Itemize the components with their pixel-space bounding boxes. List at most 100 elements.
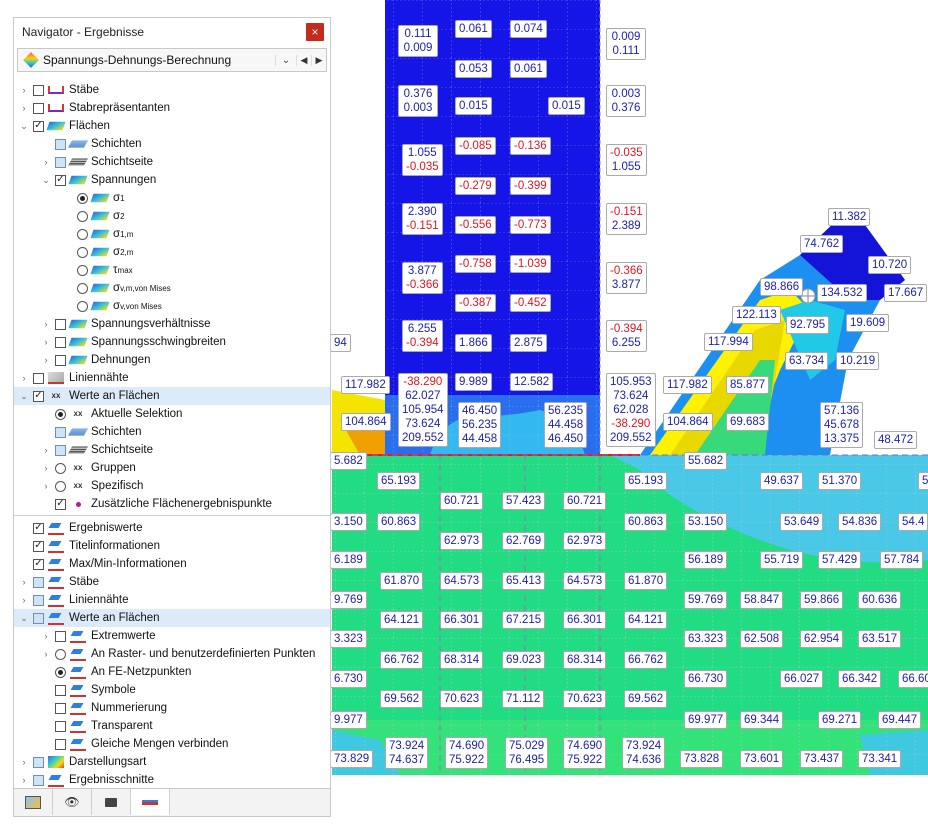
radio[interactable] bbox=[77, 192, 88, 204]
tree-item-liniennaehte-2[interactable]: › Liniennähte bbox=[14, 591, 330, 609]
checkbox[interactable] bbox=[33, 84, 44, 96]
radio[interactable] bbox=[77, 282, 88, 294]
chevron-down-icon[interactable]: ⌄ bbox=[275, 54, 296, 66]
close-button[interactable]: × bbox=[306, 23, 324, 41]
tree-item-transparent[interactable]: Transparent bbox=[14, 717, 330, 735]
tree-item-schichten-2[interactable]: Schichten bbox=[14, 423, 330, 441]
checkbox[interactable]: ✓ bbox=[33, 540, 44, 552]
checkbox[interactable] bbox=[55, 738, 66, 750]
results-type-dropdown[interactable]: Spannungs-Dehnungs-Berechnung ⌄ ◀ ▶ bbox=[17, 48, 327, 72]
tree-item-gleiche-mengen[interactable]: Gleiche Mengen verbinden bbox=[14, 735, 330, 753]
chevron-right-icon[interactable]: › bbox=[18, 757, 30, 767]
chevron-right-icon[interactable]: › bbox=[18, 103, 30, 113]
radio[interactable] bbox=[55, 648, 66, 660]
checkbox[interactable]: ✓ bbox=[55, 174, 66, 186]
chevron-right-icon[interactable]: › bbox=[40, 355, 52, 365]
chevron-right-icon[interactable]: › bbox=[18, 373, 30, 383]
tree-item-darstellungsart[interactable]: › Darstellungsart bbox=[14, 753, 330, 771]
chevron-right-icon[interactable]: › bbox=[40, 481, 52, 491]
chevron-down-icon[interactable]: ⌄ bbox=[18, 391, 30, 402]
tree-item-schichtseite-2[interactable]: › Schichtseite bbox=[14, 441, 330, 459]
radio-gruppen[interactable]: › xx Gruppen bbox=[14, 459, 330, 477]
radio-sigma-v-mises[interactable]: σ v,von Mises bbox=[14, 297, 330, 315]
tree-item-werte-an-flaechen-2[interactable]: ⌄ Werte an Flächen bbox=[14, 609, 330, 627]
radio-sigma-2[interactable]: σ2 bbox=[14, 207, 330, 225]
tree-item-spannungsschwingbreiten[interactable]: › Spannungsschwingbreiten bbox=[14, 333, 330, 351]
tab-data[interactable] bbox=[14, 789, 53, 815]
checkbox[interactable]: ✓ bbox=[33, 120, 44, 132]
checkbox[interactable] bbox=[55, 336, 66, 348]
tree-item-symbole[interactable]: Symbole bbox=[14, 681, 330, 699]
radio[interactable] bbox=[55, 666, 66, 678]
radio-fe-netzpunkte[interactable]: An FE-Netzpunkten bbox=[14, 663, 330, 681]
tab-results[interactable] bbox=[131, 789, 170, 815]
tree-item-schichtseite[interactable]: › Schichtseite bbox=[14, 153, 330, 171]
tab-camera[interactable] bbox=[92, 789, 131, 815]
chevron-right-icon[interactable]: › bbox=[40, 649, 52, 659]
tree-item-staebe[interactable]: › Stäbe bbox=[14, 81, 330, 99]
radio[interactable] bbox=[77, 228, 88, 240]
tree-item-titelinformationen[interactable]: ✓ Titelinformationen bbox=[14, 537, 330, 555]
radio-sigma-1m[interactable]: σ 1,m bbox=[14, 225, 330, 243]
radio-aktuelle-selektion[interactable]: xx Aktuelle Selektion bbox=[14, 405, 330, 423]
radio-sigma-2m[interactable]: σ 2,m bbox=[14, 243, 330, 261]
chevron-right-icon[interactable]: › bbox=[40, 445, 52, 455]
checkbox[interactable] bbox=[55, 318, 66, 330]
tab-view[interactable]: 👁 bbox=[53, 789, 92, 815]
chevron-down-icon[interactable]: ⌄ bbox=[40, 175, 52, 186]
radio[interactable] bbox=[77, 264, 88, 276]
tree-item-stabrepraesentanten[interactable]: › Stabrepräsentanten bbox=[14, 99, 330, 117]
checkbox[interactable] bbox=[33, 612, 44, 624]
chevron-right-icon[interactable]: › bbox=[40, 157, 52, 167]
tree-item-spannungsverhaeltnisse[interactable]: › Spannungsverhältnisse bbox=[14, 315, 330, 333]
tree-item-liniennaehte[interactable]: › Liniennähte bbox=[14, 369, 330, 387]
checkbox[interactable] bbox=[55, 156, 66, 168]
radio[interactable] bbox=[55, 408, 66, 420]
radio-tau-max[interactable]: τ max bbox=[14, 261, 330, 279]
tree-item-ergebnisschnitte[interactable]: › Ergebnisschnitte bbox=[14, 771, 330, 789]
tree-item-schichten[interactable]: Schichten bbox=[14, 135, 330, 153]
radio-raster-punkte[interactable]: › An Raster- und benutzerdefinierten Punk… bbox=[14, 645, 330, 663]
checkbox[interactable] bbox=[55, 720, 66, 732]
tree-item-zusaetzliche-punkte[interactable]: ✓ Zusätzliche Flächenergebnispunkte bbox=[14, 495, 330, 513]
radio-sigma-1[interactable]: σ1 bbox=[14, 189, 330, 207]
checkbox[interactable]: ✓ bbox=[33, 558, 44, 570]
checkbox[interactable] bbox=[33, 576, 44, 588]
checkbox[interactable] bbox=[33, 774, 44, 786]
radio[interactable] bbox=[55, 480, 66, 492]
radio-spezifisch[interactable]: › xx Spezifisch bbox=[14, 477, 330, 495]
chevron-right-icon[interactable]: › bbox=[40, 631, 52, 641]
checkbox[interactable] bbox=[33, 756, 44, 768]
checkbox[interactable] bbox=[55, 138, 66, 150]
tree-item-staebe-2[interactable]: › Stäbe bbox=[14, 573, 330, 591]
chevron-right-icon[interactable]: › bbox=[40, 463, 52, 473]
checkbox[interactable] bbox=[55, 630, 66, 642]
radio-sigma-vm-mises[interactable]: σ v,m,von Mises bbox=[14, 279, 330, 297]
checkbox[interactable] bbox=[55, 354, 66, 366]
checkbox[interactable] bbox=[55, 426, 66, 438]
next-icon[interactable]: ▶ bbox=[311, 54, 326, 66]
tree-item-flaechen[interactable]: ⌄ ✓ Flächen bbox=[14, 117, 330, 135]
tree-item-werte-an-flaechen[interactable]: ⌄ ✓ xx Werte an Flächen bbox=[14, 387, 330, 405]
checkbox[interactable]: ✓ bbox=[33, 390, 44, 402]
chevron-right-icon[interactable]: › bbox=[18, 595, 30, 605]
chevron-right-icon[interactable]: › bbox=[40, 319, 52, 329]
chevron-right-icon[interactable]: › bbox=[18, 775, 30, 785]
chevron-right-icon[interactable]: › bbox=[18, 577, 30, 587]
checkbox[interactable]: ✓ bbox=[33, 522, 44, 534]
tree-item-dehnungen[interactable]: › Dehnungen bbox=[14, 351, 330, 369]
chevron-right-icon[interactable]: › bbox=[18, 85, 30, 95]
checkbox[interactable] bbox=[33, 372, 44, 384]
radio[interactable] bbox=[77, 210, 88, 222]
tree-item-extremwerte[interactable]: › Extremwerte bbox=[14, 627, 330, 645]
checkbox[interactable]: ✓ bbox=[55, 498, 66, 510]
tree-item-ergebniswerte[interactable]: ✓ Ergebniswerte bbox=[14, 519, 330, 537]
prev-icon[interactable]: ◀ bbox=[296, 54, 311, 66]
checkbox[interactable] bbox=[33, 594, 44, 606]
radio[interactable] bbox=[55, 462, 66, 474]
chevron-down-icon[interactable]: ⌄ bbox=[18, 613, 30, 624]
chevron-down-icon[interactable]: ⌄ bbox=[18, 121, 30, 132]
checkbox[interactable] bbox=[55, 702, 66, 714]
radio[interactable] bbox=[77, 246, 88, 258]
radio[interactable] bbox=[77, 300, 88, 312]
